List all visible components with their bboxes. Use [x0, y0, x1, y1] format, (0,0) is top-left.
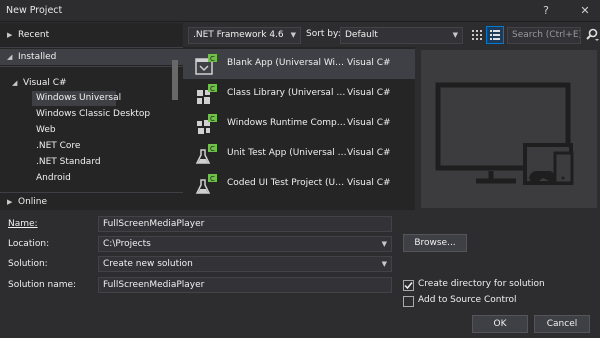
tree-item-android[interactable]: Android: [0, 170, 183, 186]
universal-devices-icon: [435, 82, 574, 185]
template-item-coded-ui-test[interactable]: C Coded UI Test Project (Universal Windo…: [183, 169, 415, 199]
tree-label: Installed: [18, 52, 57, 62]
class-library-icon: C: [197, 84, 217, 104]
name-field[interactable]: FullScreenMediaPlayer: [98, 216, 392, 232]
name-label: Name:: [8, 219, 38, 229]
collapse-arrow-icon[interactable]: ◢: [12, 75, 17, 91]
help-button[interactable]: ?: [537, 2, 555, 20]
tree-item-visual-csharp[interactable]: ◢ Visual C#: [0, 75, 183, 91]
location-label: Location:: [8, 239, 50, 249]
tree-label: .NET Core: [36, 141, 81, 151]
location-field[interactable]: C:\Projects ▼: [98, 236, 392, 252]
template-toolbar: .NET Framework 4.6 ▼ Sort by: Default ▼ …: [183, 23, 600, 47]
tree-label: Windows Universal: [36, 93, 122, 103]
source-control-checkbox[interactable]: [403, 296, 414, 307]
tree-label: Windows Classic Desktop: [36, 109, 151, 119]
template-item-blank-app[interactable]: C Blank App (Universal Windows) Visual C…: [183, 49, 415, 79]
template-language: Visual C#: [347, 178, 391, 188]
svg-text:C: C: [210, 85, 215, 93]
template-language: Visual C#: [347, 148, 391, 158]
template-name: Windows Runtime Component (Universal Win…: [227, 118, 347, 128]
framework-value: .NET Framework 4.6: [193, 30, 284, 40]
sort-value: Default: [345, 30, 378, 40]
cancel-button[interactable]: Cancel: [534, 315, 590, 333]
solution-value: Create new solution: [103, 259, 193, 269]
tree-label: Web: [36, 125, 56, 135]
coded-ui-test-icon: C: [195, 174, 217, 194]
tree-item-recent[interactable]: ▶ Recent: [0, 27, 183, 43]
sort-label: Sort by:: [306, 29, 341, 39]
tree-label: Recent: [18, 30, 50, 40]
template-list: C Blank App (Universal Windows) Visual C…: [183, 47, 415, 210]
ok-button[interactable]: OK: [472, 315, 528, 333]
unit-test-icon: C: [195, 144, 217, 164]
tree-label: Android: [36, 173, 71, 183]
template-language: Visual C#: [347, 118, 391, 128]
framework-dropdown[interactable]: .NET Framework 4.6 ▼: [188, 27, 301, 44]
svg-text:C: C: [210, 145, 215, 153]
tree-item-windows-universal[interactable]: Windows Universal: [0, 90, 183, 106]
solution-dropdown[interactable]: Create new solution ▼: [98, 256, 392, 272]
window-title: New Project: [6, 5, 63, 16]
chevron-down-icon: ▼: [381, 260, 387, 268]
tree-label: Online: [18, 197, 48, 207]
template-item-class-library[interactable]: C Class Library (Universal Windows) Visu…: [183, 79, 415, 109]
chevron-down-icon: ▼: [290, 31, 296, 39]
template-language: Visual C#: [347, 88, 391, 98]
collapse-arrow-icon[interactable]: ◢: [7, 49, 12, 65]
tree-item-windows-classic-desktop[interactable]: Windows Classic Desktop: [0, 106, 183, 122]
svg-text:C: C: [210, 55, 215, 63]
close-button[interactable]: ✕: [576, 2, 594, 20]
small-icons-view-icon[interactable]: [468, 26, 486, 44]
template-name: Class Library (Universal Windows): [227, 88, 347, 98]
expand-arrow-icon[interactable]: ▶: [7, 194, 12, 210]
template-item-unit-test-app[interactable]: C Unit Test App (Universal Windows) Visu…: [183, 139, 415, 169]
list-view-icon[interactable]: [486, 26, 504, 44]
template-item-runtime-component[interactable]: C Windows Runtime Component (Universal W…: [183, 109, 415, 139]
location-value: C:\Projects: [103, 239, 151, 249]
chevron-down-icon[interactable]: ▼: [382, 237, 387, 251]
blank-app-icon: C: [195, 54, 217, 75]
divider: [0, 66, 183, 67]
search-input[interactable]: Search (Ctrl+E): [507, 27, 581, 44]
search-icon[interactable]: [584, 27, 600, 43]
create-directory-checkbox[interactable]: [403, 280, 414, 291]
sort-dropdown[interactable]: Default ▼: [340, 27, 463, 44]
tree-item-online[interactable]: ▶ Online: [0, 194, 183, 210]
browse-button[interactable]: Browse...: [403, 234, 467, 252]
left-panel-scrollbar[interactable]: [172, 60, 178, 100]
tree-item-installed[interactable]: ◢ Installed: [0, 49, 183, 65]
runtime-component-icon: C: [197, 114, 217, 134]
create-directory-label[interactable]: Create directory for solution: [418, 279, 545, 289]
divider: [0, 47, 183, 48]
tree-item-net-standard[interactable]: .NET Standard: [0, 154, 183, 170]
checkmark-icon: [404, 282, 413, 290]
title-bar: New Project ? ✕: [0, 0, 600, 22]
template-name: Blank App (Universal Windows): [227, 58, 347, 68]
solution-name-field[interactable]: FullScreenMediaPlayer: [98, 277, 392, 293]
tree-label: .NET Standard: [36, 157, 101, 167]
tree-item-web[interactable]: Web: [0, 122, 183, 138]
tree-item-net-core[interactable]: .NET Core: [0, 138, 183, 154]
solution-name-label: Solution name:: [8, 280, 77, 290]
template-name: Coded UI Test Project (Universal Windows…: [227, 178, 347, 188]
template-name: Unit Test App (Universal Windows): [227, 148, 347, 158]
svg-text:C: C: [210, 175, 215, 183]
svg-text:C: C: [210, 115, 215, 123]
template-preview: [421, 50, 597, 208]
source-control-label[interactable]: Add to Source Control: [418, 295, 517, 305]
chevron-down-icon: ▼: [452, 31, 458, 39]
expand-arrow-icon[interactable]: ▶: [7, 27, 12, 43]
tree-label: Visual C#: [23, 78, 67, 88]
solution-label: Solution:: [8, 259, 48, 269]
template-language: Visual C#: [347, 58, 391, 68]
divider: [0, 192, 183, 193]
